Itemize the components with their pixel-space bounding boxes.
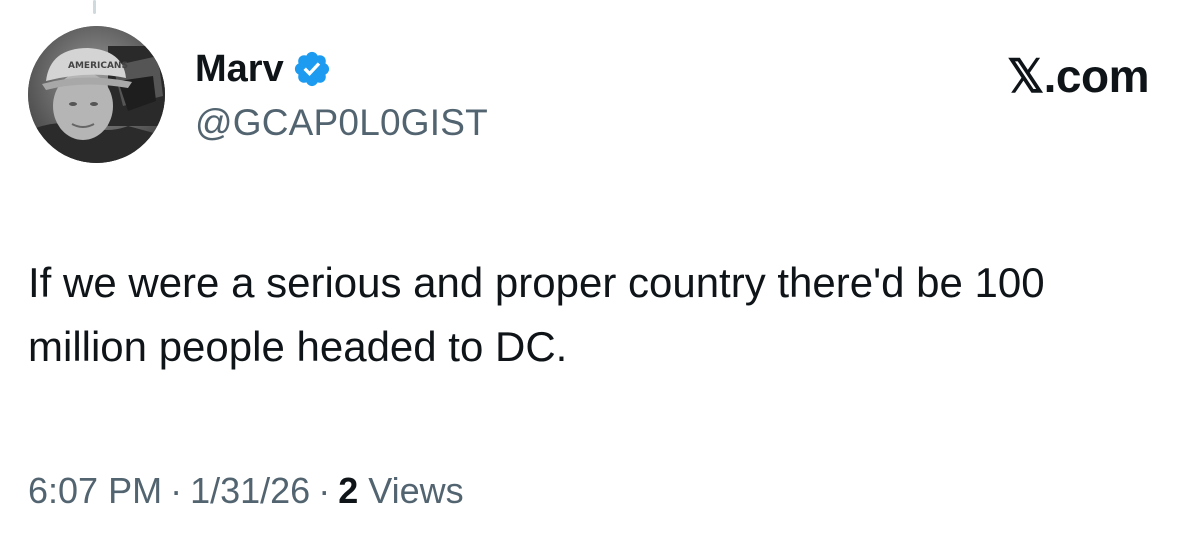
tweet-meta: 6:07 PM · 1/31/26 · 2 Views bbox=[28, 468, 464, 514]
x-com-logo: 𝕏.com bbox=[1007, 50, 1149, 102]
thread-connector-line bbox=[93, 0, 96, 14]
author-name-row: Marv bbox=[195, 46, 332, 92]
author-display-name[interactable]: Marv bbox=[195, 46, 284, 92]
views-label: Views bbox=[368, 470, 464, 511]
meta-separator: · bbox=[170, 470, 183, 511]
tweet-text: If we were a serious and proper country … bbox=[28, 259, 1045, 370]
avatar-photo: AMERICANS bbox=[28, 26, 165, 163]
tweet-time[interactable]: 6:07 PM bbox=[28, 470, 162, 511]
author-handle[interactable]: @GCAP0L0GIST bbox=[195, 100, 488, 146]
tweet-date[interactable]: 1/31/26 bbox=[190, 470, 310, 511]
views-count: 2 bbox=[338, 470, 359, 511]
profile-avatar[interactable]: AMERICANS bbox=[28, 26, 165, 163]
svg-text:AMERICANS: AMERICANS bbox=[68, 61, 128, 71]
meta-separator: · bbox=[318, 470, 331, 511]
verified-badge-icon bbox=[292, 49, 332, 89]
